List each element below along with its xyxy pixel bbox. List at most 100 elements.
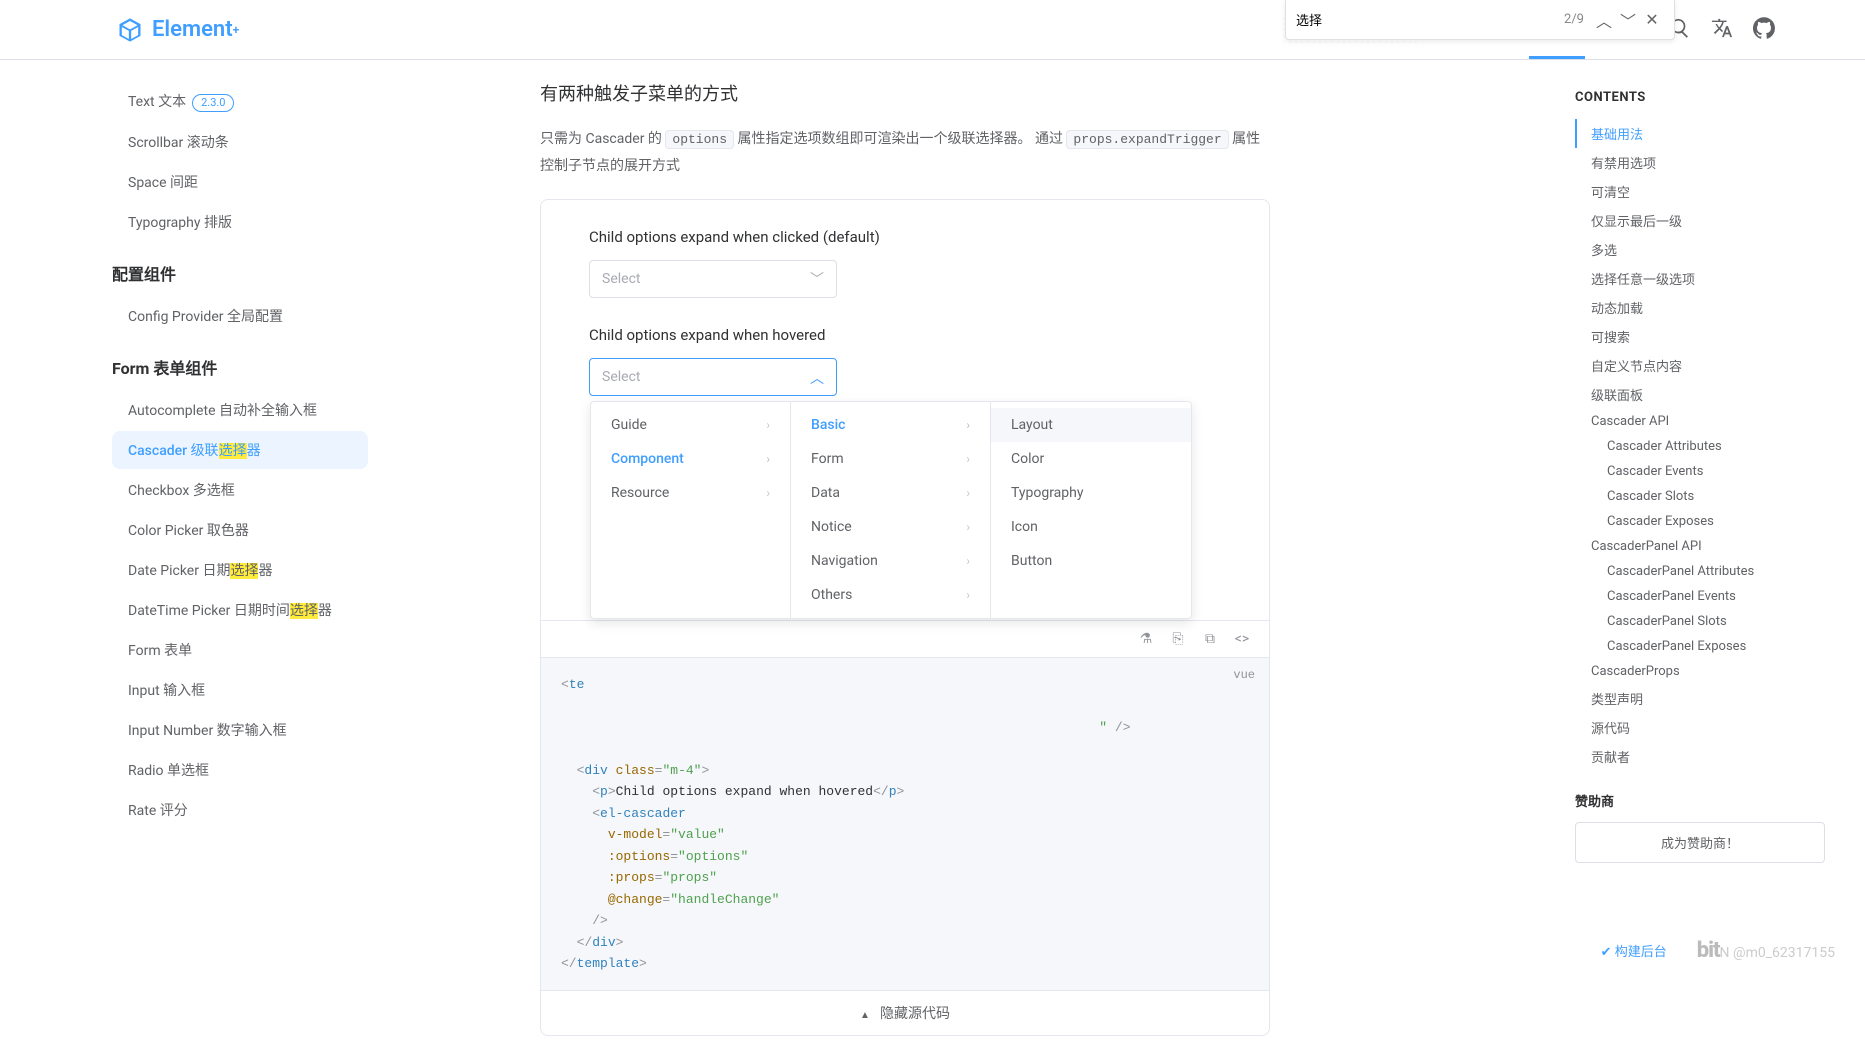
cascader-option[interactable]: Button <box>991 544 1191 578</box>
chevron-right-icon: › <box>766 418 770 432</box>
sidebar-item[interactable]: Form 表单 <box>112 631 368 669</box>
sidebar-item[interactable]: Checkbox 多选框 <box>112 471 368 509</box>
toc-item[interactable]: 类型声明 <box>1575 684 1825 713</box>
nav-indicator <box>1529 56 1585 59</box>
code-inline: options <box>665 130 734 149</box>
toc-item[interactable]: 有禁用选项 <box>1575 148 1825 177</box>
find-input[interactable] <box>1296 12 1556 27</box>
find-next-icon[interactable]: ﹀ <box>1616 8 1640 32</box>
sidebar-item[interactable]: Text 文本2.3.0 <box>112 82 368 121</box>
sidebar-item[interactable]: Date Picker 日期选择器 <box>112 551 368 589</box>
find-bar: 2/9 ︿ ﹀ ✕ <box>1285 0 1675 40</box>
sidebar-item[interactable]: Typography 排版 <box>112 203 368 241</box>
chevron-right-icon: › <box>966 588 970 602</box>
cascader-hover[interactable]: Select ﹀ Guide›Component›Resource›Basic›… <box>589 358 837 396</box>
chevron-down-icon: ﹀ <box>810 269 824 289</box>
chevron-right-icon: › <box>966 520 970 534</box>
footer-ad: ✔ 构建后台 bitN @m0_62317155 <box>1601 938 1835 963</box>
toc-item[interactable]: 级联面板 <box>1575 380 1825 409</box>
cascader-dropdown: Guide›Component›Resource›Basic›Form›Data… <box>590 401 1192 619</box>
toc-item[interactable]: 可搜索 <box>1575 322 1825 351</box>
demo-label-2: Child options expand when hovered <box>589 326 1221 344</box>
toc-item[interactable]: 多选 <box>1575 235 1825 264</box>
sidebar-item[interactable]: Autocomplete 自动补全输入框 <box>112 391 368 429</box>
cascader-option[interactable]: Navigation› <box>791 544 990 578</box>
toc-item[interactable]: Cascader Events <box>1575 459 1825 484</box>
sidebar-item[interactable]: Rate 评分 <box>112 791 368 829</box>
cascader-option[interactable]: Resource› <box>591 476 790 510</box>
toc-item[interactable]: Cascader Attributes <box>1575 434 1825 459</box>
cascader-option[interactable]: Color <box>991 442 1191 476</box>
cascader-option[interactable]: Guide› <box>591 408 790 442</box>
ad-bit[interactable]: bit <box>1697 938 1720 963</box>
toc-item[interactable]: 可清空 <box>1575 177 1825 206</box>
toc-item[interactable]: Cascader API <box>1575 409 1825 434</box>
toc-item[interactable]: CascaderPanel Events <box>1575 584 1825 609</box>
sidebar-item[interactable]: Scrollbar 滚动条 <box>112 123 368 161</box>
sidebar-item[interactable]: Space 间距 <box>112 163 368 201</box>
cascader-option[interactable]: Form› <box>791 442 990 476</box>
sidebar-item[interactable]: Cascader 级联选择器 <box>112 431 368 469</box>
toc-item[interactable]: 源代码 <box>1575 713 1825 742</box>
sidebar-item[interactable]: Input Number 数字输入框 <box>112 711 368 749</box>
cascader-option[interactable]: Icon <box>991 510 1191 544</box>
cascader-click[interactable]: Select ﹀ <box>589 260 837 298</box>
toc-item[interactable]: 自定义节点内容 <box>1575 351 1825 380</box>
find-close-icon[interactable]: ✕ <box>1640 10 1664 29</box>
main-content: 有两种触发子菜单的方式 只需为 Cascader 的 options 属性指定选… <box>400 60 1310 1056</box>
logo[interactable]: Element+ <box>116 16 239 44</box>
find-prev-icon[interactable]: ︿ <box>1592 8 1616 32</box>
sidebar-item[interactable]: Input 输入框 <box>112 671 368 709</box>
chevron-right-icon: › <box>966 452 970 466</box>
sidebar: Text 文本2.3.0Scrollbar 滚动条Space 间距Typogra… <box>0 60 400 1056</box>
cascader-option[interactable]: Component› <box>591 442 790 476</box>
hide-code-button[interactable]: 隐藏源代码 <box>541 990 1269 1035</box>
section-desc: 只需为 Cascader 的 options 属性指定选项数组即可渲染出一个级联… <box>540 126 1270 179</box>
copy-icon[interactable]: ⧉ <box>1201 631 1219 647</box>
toc-title: CONTENTS <box>1575 90 1825 105</box>
chevron-up-icon: ﹀ <box>810 367 824 387</box>
chevron-right-icon: › <box>966 418 970 432</box>
thumbs-icon[interactable]: ⎘ <box>1169 631 1187 647</box>
flask-icon[interactable]: ⚗ <box>1137 631 1155 647</box>
toc-item[interactable]: 仅显示最后一级 <box>1575 206 1825 235</box>
chevron-right-icon: › <box>766 486 770 500</box>
toc-item[interactable]: CascaderProps <box>1575 659 1825 684</box>
toc-item[interactable]: CascaderPanel API <box>1575 534 1825 559</box>
find-count: 2/9 <box>1564 12 1584 27</box>
toc-item[interactable]: CascaderPanel Attributes <box>1575 559 1825 584</box>
toc-item[interactable]: CascaderPanel Slots <box>1575 609 1825 634</box>
chevron-right-icon: › <box>766 452 770 466</box>
toc-item[interactable]: 基础用法 <box>1575 119 1825 148</box>
cascader-option[interactable]: Basic› <box>791 408 990 442</box>
cascader-option[interactable]: Notice› <box>791 510 990 544</box>
chevron-right-icon: › <box>966 554 970 568</box>
logo-icon <box>116 16 144 44</box>
sponsor-button[interactable]: 成为赞助商！ <box>1575 822 1825 863</box>
code-icon[interactable]: <> <box>1233 631 1251 647</box>
toc-item[interactable]: Cascader Slots <box>1575 484 1825 509</box>
sidebar-item[interactable]: Config Provider 全局配置 <box>112 297 368 335</box>
toc-item[interactable]: 贡献者 <box>1575 742 1825 771</box>
sponsor-title: 赞助商 <box>1575 791 1825 810</box>
cascader-option[interactable]: Data› <box>791 476 990 510</box>
code-lang: vue <box>1233 666 1255 686</box>
toc-item[interactable]: CascaderPanel Exposes <box>1575 634 1825 659</box>
toc-item[interactable]: 动态加载 <box>1575 293 1825 322</box>
github-icon[interactable] <box>1753 17 1775 43</box>
sidebar-item[interactable]: DateTime Picker 日期时间选择器 <box>112 591 368 629</box>
ad-vue[interactable]: ✔ 构建后台 <box>1601 941 1667 960</box>
toc-item[interactable]: 选择任意一级选项 <box>1575 264 1825 293</box>
translate-icon[interactable] <box>1711 17 1733 43</box>
toc-item[interactable]: Cascader Exposes <box>1575 509 1825 534</box>
sidebar-group: 配置组件 <box>112 243 400 295</box>
cascader-option[interactable]: Layout <box>991 408 1191 442</box>
cascader-option[interactable]: Others› <box>791 578 990 612</box>
sidebar-item[interactable]: Color Picker 取色器 <box>112 511 368 549</box>
section-title: 有两种触发子菜单的方式 <box>540 80 1270 106</box>
toc: CONTENTS 基础用法有禁用选项可清空仅显示最后一级多选选择任意一级选项动态… <box>1555 70 1845 883</box>
code-block: vue <te " /> <div class="m-4"> <p>Child … <box>541 657 1269 990</box>
demo-toolbar: ⚗ ⎘ ⧉ <> <box>541 620 1269 657</box>
sidebar-item[interactable]: Radio 单选框 <box>112 751 368 789</box>
cascader-option[interactable]: Typography <box>991 476 1191 510</box>
